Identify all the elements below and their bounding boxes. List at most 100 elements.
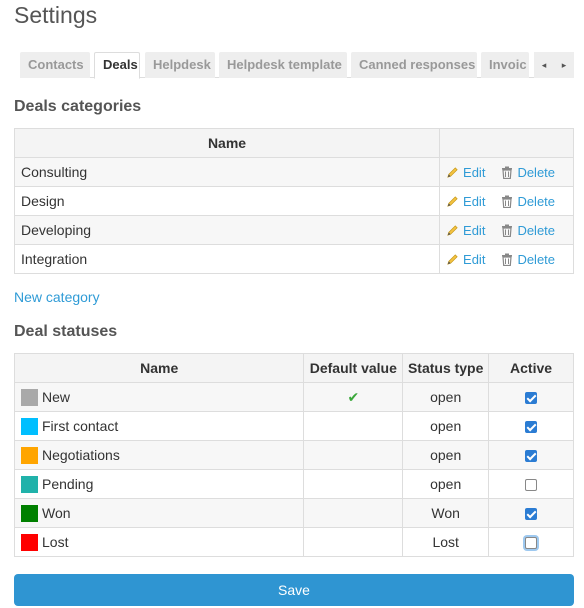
check-icon: ✔ (347, 388, 360, 405)
edit-link[interactable]: Edit (446, 194, 485, 209)
statuses-title: Deal statuses (14, 323, 118, 340)
status-color-swatch[interactable] (21, 533, 38, 551)
category-row: Consulting Edit Delete (13, 157, 574, 187)
category-name: Design (13, 186, 441, 216)
status-row: New ✔ open (13, 382, 574, 412)
edit-link[interactable]: Edit (446, 252, 485, 267)
category-name: Developing (13, 215, 441, 245)
edit-label: Edit (463, 252, 486, 267)
status-active-cell (488, 382, 574, 412)
delete-link[interactable]: Delete (501, 252, 555, 267)
tab-scroll-controls: ◂ ▸ (534, 52, 574, 78)
pencil-icon (447, 167, 458, 178)
categories-actions-header (439, 128, 574, 158)
status-name: Won (42, 504, 71, 521)
edit-label: Edit (463, 165, 486, 180)
category-name: Consulting (13, 157, 441, 187)
new-category-link[interactable]: New category (14, 289, 100, 305)
categories-title: Deals categories (14, 98, 142, 115)
page-title: Settings (14, 2, 98, 28)
delete-link[interactable]: Delete (501, 165, 555, 180)
categories-name-header: Name (13, 128, 441, 158)
edit-link[interactable]: Edit (446, 165, 485, 180)
delete-label: Delete (517, 165, 556, 180)
category-row: Developing Edit Delete (13, 215, 574, 245)
edit-link[interactable]: Edit (446, 223, 485, 238)
status-default-cell (303, 411, 404, 441)
tab-canned-responses[interactable]: Canned responses (351, 52, 477, 78)
delete-label: Delete (517, 223, 556, 238)
category-row: Design Edit Delete (13, 186, 574, 216)
pencil-icon (447, 196, 458, 207)
chevron-left-icon[interactable]: ◂ (536, 60, 552, 71)
status-name: New (42, 388, 71, 405)
pencil-icon (447, 254, 458, 265)
trash-icon (502, 195, 513, 208)
status-row: Won Won (13, 498, 574, 528)
status-name: Pending (42, 475, 94, 492)
save-button[interactable]: Save (14, 574, 574, 606)
tab-invoices[interactable]: Invoic (481, 52, 529, 78)
category-actions: Edit Delete (439, 215, 574, 245)
status-type: Won (402, 498, 490, 528)
tab-contacts[interactable]: Contacts (20, 52, 90, 78)
trash-icon (502, 224, 513, 237)
status-row: Negotiations open (13, 440, 574, 470)
delete-label: Delete (517, 252, 556, 267)
chevron-right-icon[interactable]: ▸ (556, 60, 572, 71)
tab-helpdesk-template[interactable]: Helpdesk template (219, 52, 347, 78)
status-color-swatch[interactable] (21, 504, 38, 522)
status-color-swatch[interactable] (21, 417, 38, 435)
status-name: First contact (42, 417, 119, 434)
status-active-header: Active (488, 353, 574, 383)
category-actions: Edit Delete (439, 186, 574, 216)
category-name: Integration (13, 244, 441, 274)
status-name-cell: Negotiations (13, 440, 305, 470)
trash-icon (502, 253, 513, 266)
active-checkbox[interactable] (525, 450, 538, 463)
status-type: Lost (402, 527, 490, 557)
active-checkbox[interactable] (525, 392, 538, 405)
status-row: Lost Lost (13, 527, 574, 557)
status-color-swatch[interactable] (21, 388, 38, 406)
active-checkbox[interactable] (525, 508, 538, 521)
active-checkbox[interactable] (525, 537, 538, 550)
status-active-cell (488, 411, 574, 441)
status-type-header: Status type (402, 353, 490, 383)
status-default-cell (303, 440, 404, 470)
status-default-cell: ✔ (303, 382, 404, 412)
status-name-cell: Won (13, 498, 305, 528)
edit-label: Edit (463, 194, 486, 209)
category-row: Integration Edit Delete (13, 244, 574, 274)
pencil-icon (447, 225, 458, 236)
delete-link[interactable]: Delete (501, 223, 555, 238)
categories-table: Name Consulting Edit Delete Design Edit Delet… (13, 128, 574, 274)
active-checkbox[interactable] (525, 479, 538, 492)
status-type: open (402, 382, 490, 412)
delete-link[interactable]: Delete (501, 194, 555, 209)
status-name-header: Name (13, 353, 305, 383)
status-type: open (402, 440, 490, 470)
status-name-cell: New (13, 382, 305, 412)
status-name-cell: Lost (13, 527, 305, 557)
tab-bar: Contacts Deals Helpdesk Helpdesk templat… (20, 52, 574, 79)
status-color-swatch[interactable] (21, 446, 38, 464)
status-color-swatch[interactable] (21, 475, 38, 493)
status-name-cell: First contact (13, 411, 305, 441)
status-name: Lost (42, 533, 69, 550)
statuses-table: Name Default value Status type Active Ne… (13, 353, 574, 557)
category-actions: Edit Delete (439, 244, 574, 274)
status-active-cell (488, 527, 574, 557)
active-checkbox[interactable] (525, 421, 538, 434)
tab-deals[interactable]: Deals (94, 52, 140, 79)
status-default-cell (303, 498, 404, 528)
status-default-cell (303, 527, 404, 557)
edit-label: Edit (463, 223, 486, 238)
delete-label: Delete (517, 194, 556, 209)
tab-helpdesk[interactable]: Helpdesk (145, 52, 215, 78)
status-active-cell (488, 469, 574, 499)
status-type: open (402, 469, 490, 499)
status-active-cell (488, 498, 574, 528)
status-row: First contact open (13, 411, 574, 441)
status-name-cell: Pending (13, 469, 305, 499)
